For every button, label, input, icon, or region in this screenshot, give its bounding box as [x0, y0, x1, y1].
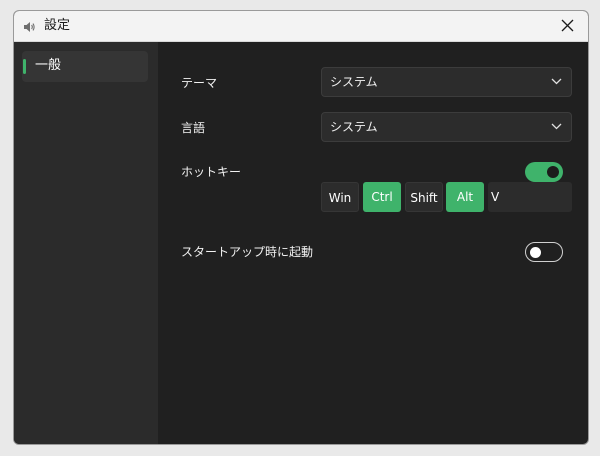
language-label: 言語 — [181, 121, 206, 135]
hotkey-key-input[interactable]: V — [488, 182, 572, 212]
theme-select[interactable]: システム — [321, 67, 572, 97]
toggle-knob — [530, 246, 541, 258]
startup-toggle[interactable] — [525, 242, 563, 262]
theme-label: テーマ — [181, 76, 218, 90]
hotkey-toggle[interactable] — [525, 162, 563, 182]
hotkey-alt-button[interactable]: Alt — [446, 182, 484, 212]
selection-indicator — [23, 59, 26, 74]
close-button[interactable] — [548, 11, 588, 41]
chevron-down-icon — [551, 78, 562, 85]
sidebar: 一般 — [14, 42, 158, 444]
theme-select-value: システム — [330, 75, 378, 89]
settings-content: テーマ システム 言語 システム ホットキー Win Ctrl Shift Al… — [158, 42, 588, 444]
hotkey-win-button[interactable]: Win — [321, 182, 359, 212]
startup-label: スタートアップ時に起動 — [181, 245, 314, 259]
language-select[interactable]: システム — [321, 112, 572, 142]
close-icon — [561, 19, 574, 32]
hotkey-label: ホットキー — [181, 165, 242, 179]
sidebar-item-label: 一般 — [35, 58, 62, 73]
toggle-knob — [547, 166, 559, 178]
hotkey-ctrl-button[interactable]: Ctrl — [363, 182, 401, 212]
title-bar: 設定 — [14, 11, 588, 42]
settings-window: 設定 一般 テーマ システム 言語 システム ホットキー Win Ctrl Sh… — [13, 10, 589, 445]
sidebar-item-general[interactable]: 一般 — [22, 51, 148, 82]
window-title: 設定 — [44, 18, 71, 33]
language-select-value: システム — [330, 120, 378, 134]
hotkey-shift-button[interactable]: Shift — [405, 182, 443, 212]
speaker-icon — [22, 19, 36, 33]
chevron-down-icon — [551, 123, 562, 130]
